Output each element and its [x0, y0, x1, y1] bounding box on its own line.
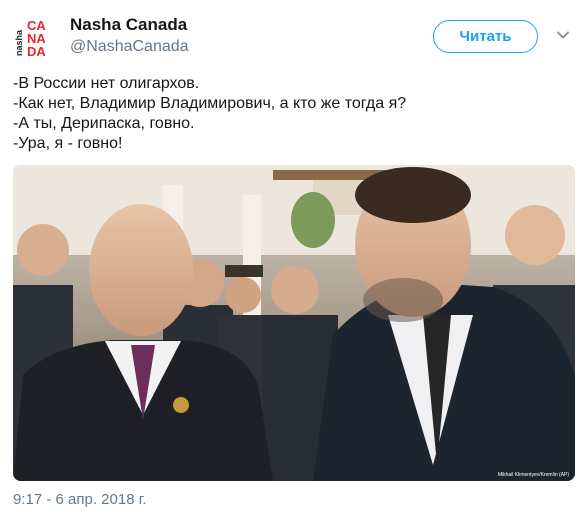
follow-button[interactable]: Читать: [433, 20, 538, 53]
tweet-line: -Ура, я - говно!: [13, 135, 123, 152]
tweet-timestamp[interactable]: 9:17 - 6 апр. 2018 г.: [13, 491, 147, 509]
author-name[interactable]: Nasha Canada: [70, 15, 189, 35]
logo-text-bottom: DA: [27, 44, 46, 59]
author-handle[interactable]: @NashaCanada: [70, 37, 189, 57]
chevron-down-icon[interactable]: [556, 28, 570, 42]
photo-credit: Mikhail Klimentyev/Kremlin (AP): [497, 472, 569, 478]
logo-text-small: nasha: [14, 29, 24, 56]
tweet-text: -В России нет олигархов. -Как нет, Влади…: [13, 74, 573, 154]
photo-illustration: [13, 165, 575, 481]
tweet-card: nasha CA NA DA Nasha Canada @NashaCanada…: [0, 0, 588, 520]
tweet-line: -Как нет, Владимир Владимирович, а кто ж…: [13, 95, 407, 112]
author-info[interactable]: Nasha Canada @NashaCanada: [70, 15, 189, 57]
tweet-line: -В России нет олигархов.: [13, 75, 200, 92]
avatar[interactable]: nasha CA NA DA: [14, 16, 56, 60]
tweet-line: -А ты, Дерипаска, говно.: [13, 115, 195, 132]
tweet-photo[interactable]: Mikhail Klimentyev/Kremlin (AP): [13, 165, 575, 481]
